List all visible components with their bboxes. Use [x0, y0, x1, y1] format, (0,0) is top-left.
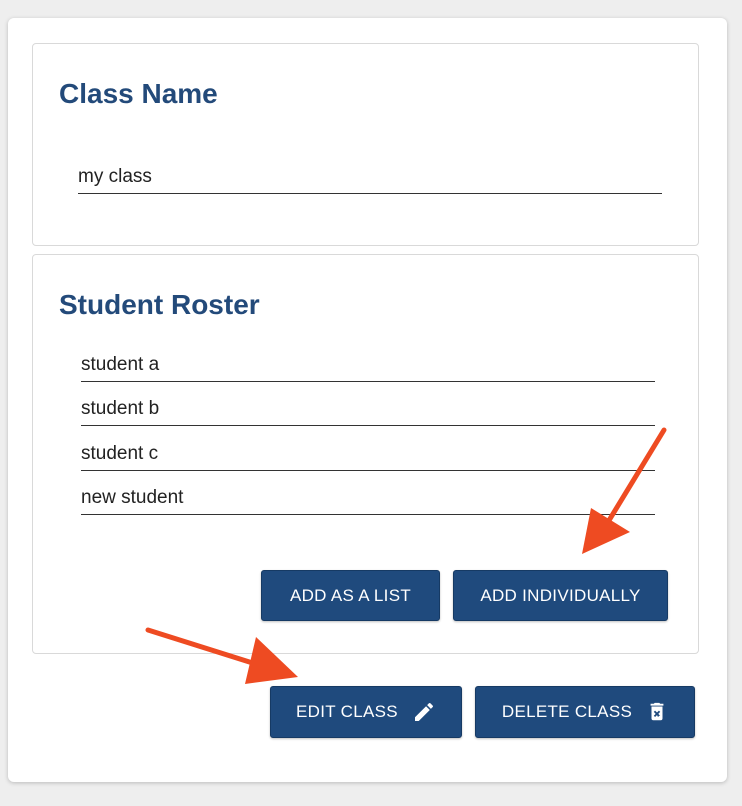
annotation-arrow-edit-class — [145, 627, 298, 684]
